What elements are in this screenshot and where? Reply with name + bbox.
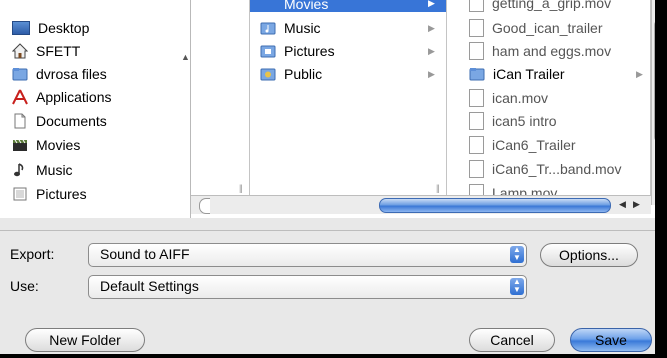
cancel-button[interactable]: Cancel bbox=[469, 328, 555, 352]
sidebar-item-label: Pictures bbox=[36, 186, 87, 202]
chevron-right-icon: ▶ bbox=[428, 46, 435, 56]
browser-column-1[interactable]: || bbox=[191, 0, 250, 205]
movie-file-icon bbox=[469, 160, 484, 178]
list-item-file[interactable]: ican5 intro bbox=[469, 110, 557, 132]
movie-file-icon bbox=[469, 0, 484, 12]
movies-icon bbox=[12, 137, 28, 153]
column-resize-handle[interactable]: || bbox=[436, 183, 440, 193]
list-item-label: getting_a_grip.mov bbox=[492, 0, 612, 11]
list-item-public[interactable]: Public bbox=[260, 63, 322, 85]
list-item-file[interactable]: ican.mov bbox=[469, 87, 548, 109]
sidebar-item-label: dvrosa files bbox=[36, 66, 107, 82]
sidebar-item-label: SFETT bbox=[36, 43, 81, 59]
document-icon bbox=[469, 112, 484, 130]
sidebar-item-label: Movies bbox=[36, 137, 81, 153]
sidebar-item-applications[interactable]: Applications bbox=[12, 86, 112, 108]
options-button[interactable]: Options... bbox=[540, 243, 638, 267]
chevron-right-icon: ▶ bbox=[428, 23, 435, 33]
pictures-folder-icon bbox=[260, 43, 276, 59]
home-icon bbox=[11, 43, 29, 59]
folder-icon bbox=[12, 66, 28, 82]
list-item-label: ican.mov bbox=[492, 90, 549, 106]
list-item-file[interactable]: ham and eggs.mov bbox=[469, 40, 611, 62]
sidebar-item-music[interactable]: Music bbox=[12, 159, 73, 181]
list-item-label: iCan6_Trailer bbox=[492, 137, 576, 153]
save-dialog: Desktop SFETT dvrosa files Applications bbox=[0, 0, 655, 354]
list-item-file[interactable]: Good_ican_trailer bbox=[469, 17, 603, 39]
use-label: Use: bbox=[10, 278, 39, 294]
scroll-left-arrow-icon[interactable]: ◀ bbox=[619, 199, 626, 210]
horizontal-scrollbar[interactable]: ◀ ▶ bbox=[191, 195, 651, 214]
documents-icon bbox=[12, 113, 28, 129]
popup-arrows-icon: ▲ ▼ bbox=[510, 246, 524, 263]
sidebar-item-desktop[interactable]: Desktop bbox=[12, 17, 89, 39]
vertical-scrollbar[interactable]: ▲ ▼ bbox=[651, 0, 655, 205]
sidebar-item-label: Documents bbox=[36, 113, 107, 129]
music-folder-icon bbox=[260, 20, 276, 36]
chevron-right-icon: ▶ bbox=[636, 69, 643, 79]
list-item-folder[interactable]: iCan Trailer bbox=[469, 63, 565, 85]
use-popup-value: Default Settings bbox=[100, 278, 199, 294]
desktop-icon bbox=[12, 21, 30, 35]
list-item-label: Pictures bbox=[284, 43, 335, 59]
popup-arrows-icon: ▲ ▼ bbox=[510, 278, 524, 295]
sidebar-scroll-up-icon[interactable]: ▲ bbox=[181, 52, 190, 62]
divider bbox=[0, 230, 655, 231]
file-browser: Desktop SFETT dvrosa files Applications bbox=[0, 0, 655, 218]
list-item-label: iCan Trailer bbox=[493, 66, 565, 82]
export-popup-value: Sound to AIFF bbox=[100, 246, 190, 262]
sidebar: Desktop SFETT dvrosa files Applications bbox=[0, 0, 191, 218]
save-button[interactable]: Save bbox=[570, 328, 652, 352]
scroll-right-arrow-icon[interactable]: ▶ bbox=[633, 199, 640, 210]
document-icon bbox=[469, 136, 484, 154]
movie-file-icon bbox=[469, 42, 484, 60]
export-popup[interactable]: Sound to AIFF ▲ ▼ bbox=[88, 243, 527, 267]
new-folder-button[interactable]: New Folder bbox=[25, 328, 145, 352]
list-item-file[interactable]: iCan6_Trailer bbox=[469, 134, 576, 156]
sidebar-item-label: Applications bbox=[36, 89, 112, 105]
list-item-file[interactable]: iCan6_Tr...band.mov bbox=[469, 158, 621, 180]
sidebar-item-label: Desktop bbox=[38, 20, 90, 36]
chevron-right-icon: ▶ bbox=[428, 69, 435, 79]
sidebar-item-sfett[interactable]: SFETT bbox=[11, 40, 81, 62]
sidebar-item-label: Music bbox=[36, 162, 73, 178]
list-item-music[interactable]: Music bbox=[260, 17, 321, 39]
list-item-label: ham and eggs.mov bbox=[492, 43, 612, 59]
list-item-label: iCan6_Tr...band.mov bbox=[492, 161, 622, 177]
folder-icon bbox=[469, 66, 485, 82]
horizontal-scroll-thumb[interactable] bbox=[379, 198, 611, 213]
pictures-icon bbox=[12, 186, 28, 202]
document-icon bbox=[469, 19, 484, 37]
vertical-scroll-thumb[interactable] bbox=[654, 20, 655, 142]
sidebar-item-pictures[interactable]: Pictures bbox=[12, 183, 87, 205]
sidebar-item-dvrosa-files[interactable]: dvrosa files bbox=[12, 63, 107, 85]
list-item-label: ican5 intro bbox=[492, 113, 557, 129]
applications-icon bbox=[12, 89, 28, 105]
horizontal-scroll-track-cap bbox=[199, 198, 210, 214]
movie-file-icon bbox=[469, 89, 484, 107]
music-icon bbox=[12, 162, 28, 178]
selected-row-label: Movies bbox=[284, 0, 329, 12]
export-label: Export: bbox=[10, 246, 55, 262]
browser-column-3[interactable]: getting_a_grip.mov Good_ican_trailer ham… bbox=[447, 0, 651, 205]
list-item-pictures[interactable]: Pictures bbox=[260, 40, 335, 62]
list-item-label: Good_ican_trailer bbox=[492, 20, 603, 36]
list-item-label: Music bbox=[284, 20, 321, 36]
public-folder-icon bbox=[260, 66, 276, 82]
sidebar-item-documents[interactable]: Documents bbox=[12, 110, 107, 132]
list-item-file[interactable]: getting_a_grip.mov bbox=[469, 0, 611, 14]
list-item-label: Public bbox=[284, 66, 323, 82]
chevron-right-icon: ▶ bbox=[428, 0, 435, 8]
sidebar-item-movies[interactable]: Movies bbox=[12, 134, 80, 156]
selected-row-movies[interactable]: Movies ▶ bbox=[250, 0, 446, 12]
column-resize-handle[interactable]: || bbox=[239, 183, 243, 193]
use-popup[interactable]: Default Settings ▲ ▼ bbox=[88, 275, 527, 299]
browser-column-2[interactable]: Movies ▶ Music ▶ Pictures ▶ Public ▶ || bbox=[250, 0, 447, 205]
